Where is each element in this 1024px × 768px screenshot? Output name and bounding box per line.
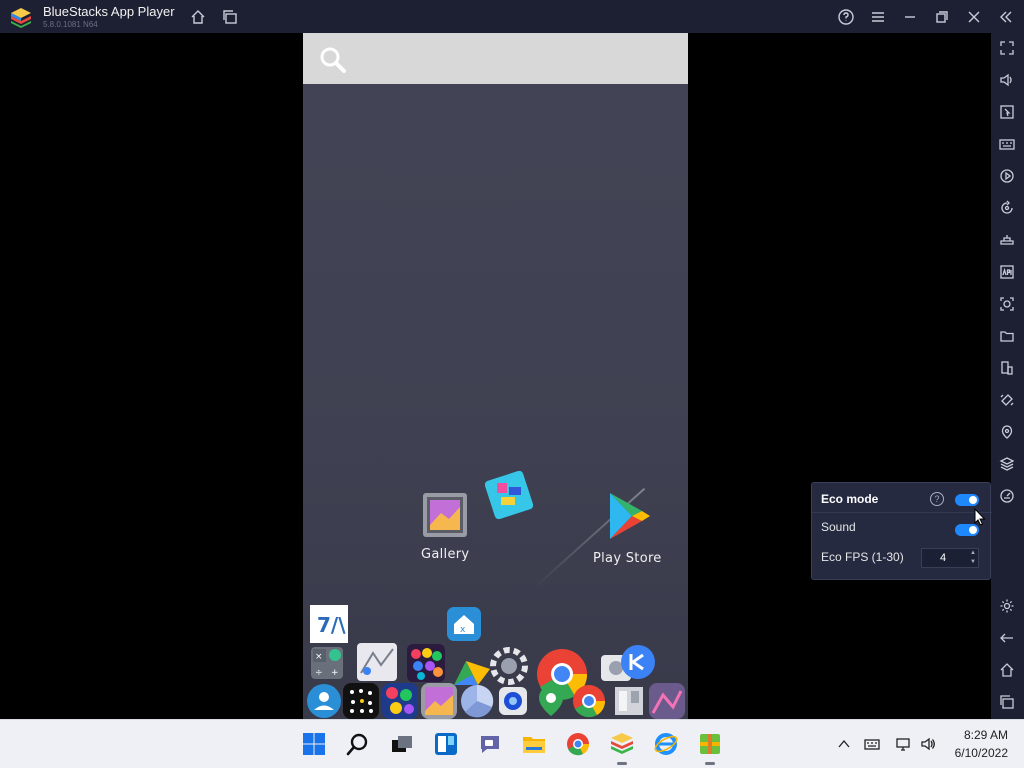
archive-app-icon[interactable] — [698, 732, 722, 756]
bluestacks-logo-icon — [11, 8, 31, 28]
network-icon[interactable] — [895, 736, 911, 752]
play-store-label: Play Store — [593, 551, 662, 566]
svg-text:×: × — [315, 652, 323, 662]
svg-text:7/\: 7/\ — [317, 613, 346, 637]
search-icon — [320, 47, 346, 73]
back-icon[interactable] — [998, 629, 1016, 647]
location-icon[interactable] — [998, 423, 1016, 441]
collapse-sidebar-icon[interactable] — [997, 8, 1015, 26]
play-store-icon — [610, 493, 651, 539]
minimize-icon[interactable] — [901, 8, 919, 26]
archive-active-indicator — [705, 762, 715, 765]
nz-app-icon[interactable]: 7/\ — [310, 605, 348, 643]
dots-app-icon[interactable] — [343, 683, 379, 719]
app-version: 5.8.0.1081 N64 — [43, 20, 98, 29]
bubble-game-icon[interactable] — [382, 683, 418, 719]
puzzle-app-icon[interactable] — [485, 471, 533, 519]
android-screen[interactable]: Gallery Play Store 7/\ x × ÷ + — [303, 33, 688, 719]
back-arrow-app-icon[interactable] — [619, 643, 657, 681]
eco-mode-title: Eco mode — [821, 492, 879, 506]
fullscreen-icon[interactable] — [998, 39, 1016, 57]
multi-display-icon[interactable] — [998, 359, 1016, 377]
install-apk-icon[interactable] — [998, 263, 1016, 281]
eco-divider — [812, 512, 992, 513]
help-icon[interactable] — [837, 8, 855, 26]
bluestacks-taskbar-icon[interactable] — [610, 732, 634, 756]
speaker-icon[interactable] — [920, 736, 936, 752]
x-home-icon[interactable]: x — [447, 607, 481, 641]
gallery-icon — [423, 493, 468, 537]
app-title: BlueStacks App Player — [43, 4, 175, 19]
clock-time[interactable]: 8:29 AM — [948, 728, 1008, 742]
bluestacks-active-indicator — [617, 762, 627, 765]
calculator-icon[interactable]: × ÷ + — [311, 647, 343, 679]
files-app-icon[interactable] — [611, 683, 647, 719]
teams-chat-icon[interactable] — [478, 732, 502, 756]
taskbar-search-icon[interactable] — [346, 732, 370, 756]
folder-icon[interactable] — [998, 327, 1016, 345]
multi-instance-icon[interactable] — [221, 8, 239, 26]
color-balls-icon[interactable] — [407, 644, 445, 682]
eco-mode-panel: Eco mode ? Sound Eco FPS (1-30) 4 ▲ ▼ — [811, 482, 992, 580]
contacts-icon[interactable] — [306, 683, 342, 719]
gallery-app[interactable]: Gallery — [421, 491, 469, 562]
webcam-app-icon[interactable] — [495, 683, 531, 719]
title-bar: BlueStacks App Player 5.8.0.1081 N64 — [0, 0, 1024, 33]
home-icon[interactable] — [189, 8, 207, 26]
keyboard-icon[interactable] — [998, 135, 1016, 153]
sketch-app-icon[interactable] — [357, 643, 397, 681]
sound-label: Sound — [821, 520, 856, 534]
settings-icon[interactable] — [998, 597, 1016, 615]
settings-gear-app-icon[interactable] — [489, 645, 529, 687]
recent-apps-icon[interactable] — [998, 693, 1016, 711]
android-home-icon[interactable] — [998, 661, 1016, 679]
layers-icon[interactable] — [998, 455, 1016, 473]
chrome-dock-icon[interactable] — [571, 683, 607, 719]
show-hidden-icons[interactable] — [836, 736, 852, 752]
search-bar[interactable] — [303, 33, 688, 84]
gallery-dock-icon[interactable] — [421, 683, 457, 719]
puzzle-dock-icon[interactable] — [649, 683, 685, 719]
eco-fps-stepper[interactable]: ▲ ▼ — [967, 549, 979, 567]
svg-text:+: + — [331, 668, 339, 678]
start-icon[interactable] — [302, 732, 326, 756]
game-controls-icon[interactable] — [998, 231, 1016, 249]
rotate-icon[interactable] — [998, 199, 1016, 217]
internet-explorer-icon[interactable] — [654, 732, 678, 756]
task-view-icon[interactable] — [390, 732, 414, 756]
svg-text:x: x — [460, 625, 466, 635]
gallery-label: Gallery — [421, 547, 470, 562]
windows-taskbar: 8:29 AM 6/10/2022 — [0, 719, 1024, 768]
file-explorer-icon[interactable] — [522, 732, 546, 756]
shake-icon[interactable] — [998, 391, 1016, 409]
record-macro-icon[interactable] — [998, 167, 1016, 185]
close-icon[interactable] — [965, 8, 983, 26]
chrome-taskbar-icon[interactable] — [566, 732, 590, 756]
keyboard-tray-icon[interactable] — [864, 736, 880, 752]
widgets-icon[interactable] — [434, 732, 458, 756]
maps-pin-app-icon[interactable] — [533, 683, 569, 719]
clock-date[interactable]: 6/10/2022 — [948, 746, 1008, 760]
eco-mode-icon[interactable] — [998, 487, 1016, 505]
volume-icon[interactable] — [998, 71, 1016, 89]
pie-app-icon[interactable] — [459, 683, 495, 719]
cursor-lock-icon[interactable] — [998, 103, 1016, 121]
restore-icon[interactable] — [933, 8, 951, 26]
eco-help-icon[interactable]: ? — [930, 492, 944, 506]
screenshot-icon[interactable] — [998, 295, 1016, 313]
menu-icon[interactable] — [869, 8, 887, 26]
right-sidebar — [991, 33, 1024, 719]
mouse-cursor-icon — [974, 508, 986, 526]
eco-mode-toggle[interactable] — [955, 494, 979, 506]
play-store-app[interactable]: Play Store — [593, 489, 662, 566]
svg-text:÷: ÷ — [315, 668, 323, 678]
eco-fps-label: Eco FPS (1-30) — [821, 550, 904, 564]
